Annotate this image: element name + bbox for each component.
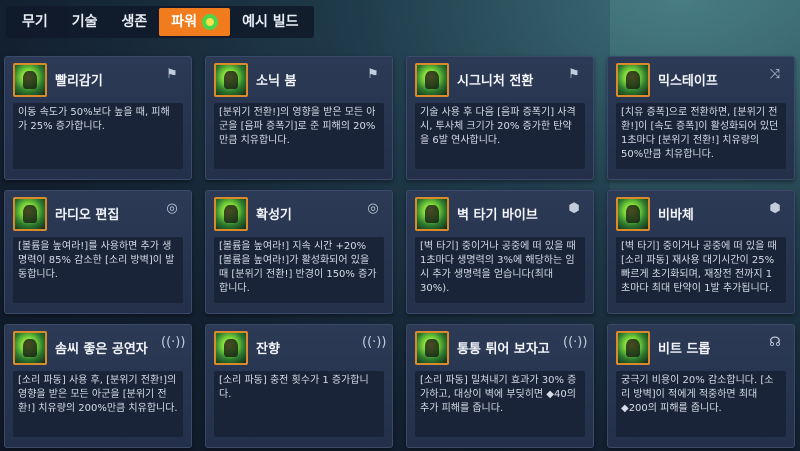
cube-icon: ⬢ — [769, 201, 781, 216]
flag-icon: ⚑ — [568, 67, 580, 82]
radio-icon: ◎ — [367, 201, 379, 216]
power-description: [소리 파동] 충전 횟수가 1 증가합니다. — [214, 371, 384, 437]
tab-weapon[interactable]: 무기 — [10, 8, 60, 36]
power-card[interactable]: 비트 드롭 ☊ 궁극기 비용이 20% 감소합니다. [소리 방벽]이 적에게 … — [607, 324, 795, 448]
power-description: [소리 파동] 사용 후, [분위기 전환!]의 영향을 받은 모든 아군을 [… — [13, 371, 183, 437]
power-badge-icon — [202, 14, 219, 30]
power-title: 잔향 — [256, 342, 280, 357]
power-card[interactable]: 확성기 ◎ [볼륨을 높여라!] 지속 시간 +20% [볼륨을 높여라!]가 … — [205, 190, 393, 314]
tab-label: 무기 — [22, 14, 48, 30]
power-thumbnail-icon — [415, 197, 449, 231]
power-thumbnail-icon — [616, 331, 650, 365]
power-thumbnail-icon — [415, 63, 449, 97]
power-thumbnail-icon — [616, 197, 650, 231]
power-title: 빨리감기 — [55, 74, 103, 89]
power-description: [벽 타기] 중이거나 공중에 떠 있을 때 [소리 파동] 재사용 대기시간이… — [616, 237, 786, 303]
power-title: 믹스테이프 — [658, 74, 718, 89]
power-description: 기술 사용 후 다음 [음파 증폭기] 사격 시, 투사체 크기가 20% 증가… — [415, 103, 585, 169]
cube-icon: ⬢ — [568, 201, 580, 216]
power-description: [볼륨을 높여라!]를 사용하면 추가 생명력이 85% 감소한 [소리 방벽]… — [13, 237, 183, 303]
power-card[interactable]: 믹스테이프 ⤨ [치유 증폭]으로 전환하면, [분위기 전환!]이 [속도 증… — [607, 56, 795, 180]
power-card[interactable]: 잔향 ((·)) [소리 파동] 충전 횟수가 1 증가합니다. — [205, 324, 393, 448]
power-card[interactable]: 빨리감기 ⚑ 이동 속도가 50%보다 높을 때, 피해가 25% 증가합니다. — [4, 56, 192, 180]
power-card[interactable]: 라디오 편집 ◎ [볼륨을 높여라!]를 사용하면 추가 생명력이 85% 감소… — [4, 190, 192, 314]
power-title: 소닉 붐 — [256, 74, 297, 89]
power-title: 시그니처 전환 — [457, 74, 534, 89]
power-thumbnail-icon — [214, 197, 248, 231]
power-description: 궁극기 비용이 20% 감소합니다. [소리 방벽]이 적에게 적중하면 최대 … — [616, 371, 786, 437]
tab-ability[interactable]: 기술 — [60, 8, 110, 36]
shuffle-icon: ⤨ — [769, 67, 781, 82]
power-description: 이동 속도가 50%보다 높을 때, 피해가 25% 증가합니다. — [13, 103, 183, 169]
power-thumbnail-icon — [214, 331, 248, 365]
tab-example-build[interactable]: 예시 빌드 — [230, 8, 310, 36]
radio-icon: ◎ — [166, 201, 178, 216]
power-title: 비바체 — [658, 208, 694, 223]
power-title: 솜씨 좋은 공연자 — [55, 342, 148, 357]
power-title: 벽 타기 바이브 — [457, 208, 538, 223]
wave-icon: ((·)) — [362, 335, 387, 350]
power-card[interactable]: 솜씨 좋은 공연자 ((·)) [소리 파동] 사용 후, [분위기 전환!]의… — [4, 324, 192, 448]
flag-icon: ⚑ — [367, 67, 379, 82]
wave-icon: ((·)) — [161, 335, 186, 350]
power-title: 비트 드롭 — [658, 342, 711, 357]
power-title: 라디오 편집 — [55, 208, 120, 223]
tab-bar: 무기 기술 생존 파워 예시 빌드 — [6, 6, 315, 38]
power-thumbnail-icon — [214, 63, 248, 97]
tab-label: 예시 빌드 — [242, 14, 299, 30]
tab-label: 생존 — [121, 14, 148, 30]
power-description: [벽 타기] 중이거나 공중에 떠 있을 때 1초마다 생명력의 3%에 해당하… — [415, 237, 585, 303]
tab-power[interactable]: 파워 — [159, 8, 231, 36]
power-card[interactable]: 소닉 붐 ⚑ [분위기 전환!]의 영향을 받은 모든 아군을 [음파 증폭기]… — [205, 56, 393, 180]
power-description: [소리 파동] 밀쳐내기 효과가 30% 증가하고, 대상이 벽에 부딪히면 ◆… — [415, 371, 585, 437]
power-thumbnail-icon — [616, 63, 650, 97]
power-description: [볼륨을 높여라!] 지속 시간 +20% [볼륨을 높여라!]가 활성화되어 … — [214, 237, 384, 303]
power-thumbnail-icon — [13, 331, 47, 365]
tab-label: 기술 — [71, 14, 98, 30]
flag-icon: ⚑ — [166, 67, 178, 82]
headset-icon: ☊ — [769, 335, 781, 350]
power-card[interactable]: 비바체 ⬢ [벽 타기] 중이거나 공중에 떠 있을 때 [소리 파동] 재사용… — [607, 190, 795, 314]
power-thumbnail-icon — [13, 197, 47, 231]
power-card[interactable]: 통통 튀어 보자고 ((·)) [소리 파동] 밀쳐내기 효과가 30% 증가하… — [406, 324, 594, 448]
tab-survival[interactable]: 생존 — [110, 8, 160, 36]
power-card[interactable]: 시그니처 전환 ⚑ 기술 사용 후 다음 [음파 증폭기] 사격 시, 투사체 … — [406, 56, 594, 180]
power-title: 통통 튀어 보자고 — [457, 342, 550, 357]
power-grid: 빨리감기 ⚑ 이동 속도가 50%보다 높을 때, 피해가 25% 증가합니다.… — [4, 56, 795, 448]
power-card[interactable]: 벽 타기 바이브 ⬢ [벽 타기] 중이거나 공중에 떠 있을 때 1초마다 생… — [406, 190, 594, 314]
wave-icon: ((·)) — [563, 335, 588, 350]
tab-label: 파워 — [171, 14, 198, 30]
power-description: [치유 증폭]으로 전환하면, [분위기 전환!]이 [속도 증폭]이 활성화되… — [616, 103, 786, 169]
power-thumbnail-icon — [415, 331, 449, 365]
power-title: 확성기 — [256, 208, 292, 223]
power-thumbnail-icon — [13, 63, 47, 97]
power-description: [분위기 전환!]의 영향을 받은 모든 아군을 [음파 증폭기]로 준 피해의… — [214, 103, 384, 169]
